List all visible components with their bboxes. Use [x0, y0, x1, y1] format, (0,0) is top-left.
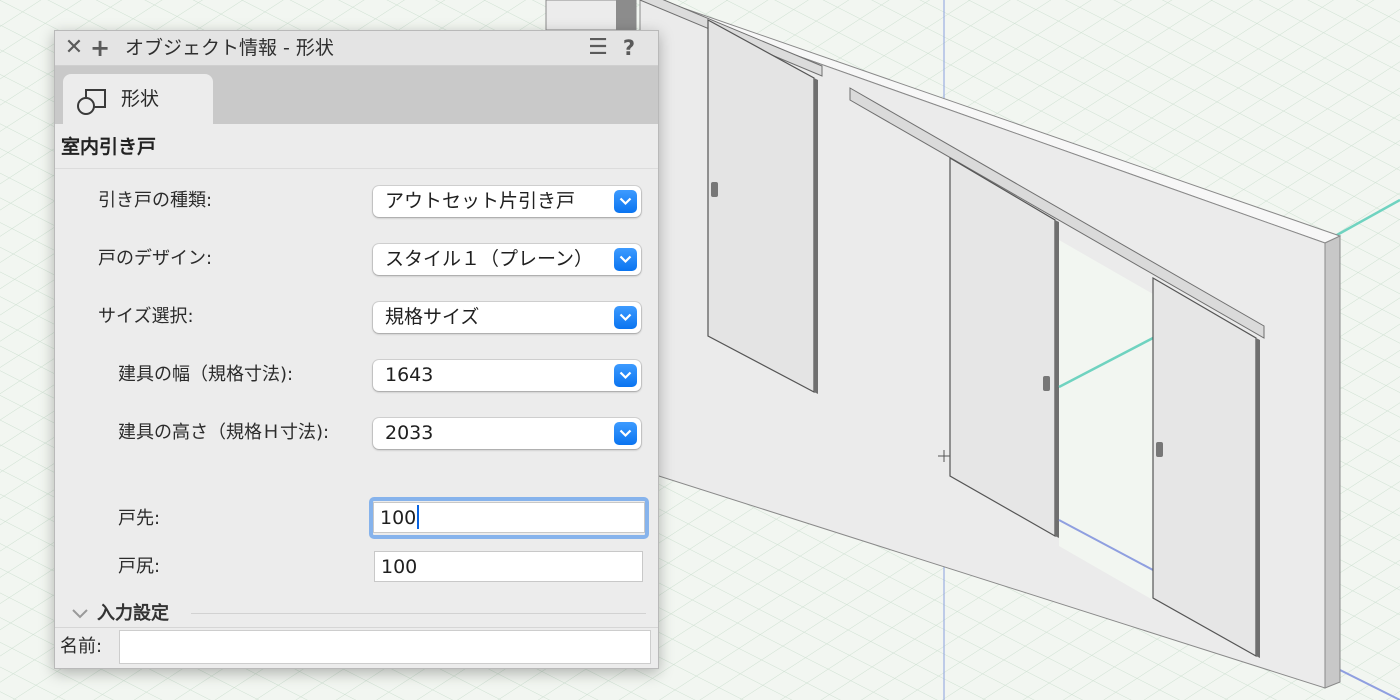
wall-corner-edge [616, 0, 636, 30]
text-caret [417, 505, 420, 529]
right-sliding-door [1152, 276, 1257, 658]
section-divider [55, 168, 658, 169]
hamburger-menu-icon[interactable]: ☰ [587, 37, 609, 59]
palette-title: オブジェクト情報 - 形状 [125, 37, 334, 59]
name-bar: 名前: [55, 627, 658, 668]
door-design-value: スタイル１（プレーン） [385, 248, 594, 270]
chevron-down-icon [614, 190, 637, 213]
size-selection-value: 規格サイズ [385, 306, 480, 328]
size-selection-select[interactable]: 規格サイズ [373, 302, 641, 333]
close-icon[interactable]: ✕ [63, 37, 85, 59]
middle-sliding-door [949, 156, 1056, 538]
door-design-select[interactable]: スタイル１（プレーン） [373, 244, 641, 275]
palette-content: 室内引き戸 引き戸の種類: アウトセット片引き戸 戸のデザイン: スタイル１（プ… [55, 124, 658, 627]
door-tip-input[interactable]: 100 [373, 502, 645, 533]
door-height-select[interactable]: 2033 [373, 418, 641, 449]
door-height-value: 2033 [385, 422, 434, 444]
door-width-value: 1643 [385, 364, 434, 386]
middle-door-edge [1055, 220, 1059, 538]
wall-end-face [1324, 235, 1341, 689]
field-label-door-design: 戸のデザイン: [98, 248, 213, 269]
middle-door-handle [1043, 376, 1050, 391]
left-door-handle [711, 182, 718, 197]
door-tail-input[interactable]: 100 [374, 551, 643, 582]
section-title: 室内引き戸 [61, 136, 157, 158]
plus-icon[interactable]: + [89, 36, 111, 60]
name-label: 名前: [60, 636, 103, 657]
palette-titlebar[interactable]: ✕ + オブジェクト情報 - 形状 ☰ ? [55, 31, 658, 66]
subsection-divider [191, 613, 646, 614]
chevron-down-icon [614, 306, 637, 329]
door-type-select[interactable]: アウトセット片引き戸 [373, 186, 641, 217]
field-label-size-selection: サイズ選択: [98, 306, 194, 327]
chevron-down-icon [614, 364, 637, 387]
field-label-door-type: 引き戸の種類: [98, 190, 213, 211]
left-door-edge [814, 78, 818, 394]
field-label-door-tail: 戸尻: [118, 556, 161, 577]
shape-icon [77, 89, 106, 115]
chevron-down-icon [614, 422, 637, 445]
door-tail-value: 100 [381, 556, 418, 578]
left-sliding-door [707, 18, 815, 393]
chevron-down-icon[interactable] [71, 607, 89, 621]
chevron-down-icon [614, 248, 637, 271]
field-label-door-width: 建具の幅（規格寸法): [118, 364, 294, 385]
tab-shape[interactable]: 形状 [63, 74, 213, 126]
right-door-edge [1256, 338, 1260, 658]
subsection-title[interactable]: 入力設定 [97, 601, 169, 627]
door-tip-value: 100 [380, 505, 420, 531]
name-input[interactable] [119, 630, 651, 664]
palette-tabbar: 形状 [55, 66, 658, 126]
right-door-handle [1156, 442, 1163, 457]
help-question-icon[interactable]: ? [618, 37, 640, 59]
tab-shape-label: 形状 [121, 88, 160, 110]
door-width-select[interactable]: 1643 [373, 360, 641, 391]
door-type-value: アウトセット片引き戸 [385, 190, 576, 212]
field-label-door-height: 建具の高さ（規格Ｈ寸法): [118, 422, 330, 443]
field-label-door-tip: 戸先: [118, 508, 161, 529]
object-info-palette: ✕ + オブジェクト情報 - 形状 ☰ ? 形状 室内引き戸 引き戸の種類: ア… [54, 30, 659, 669]
